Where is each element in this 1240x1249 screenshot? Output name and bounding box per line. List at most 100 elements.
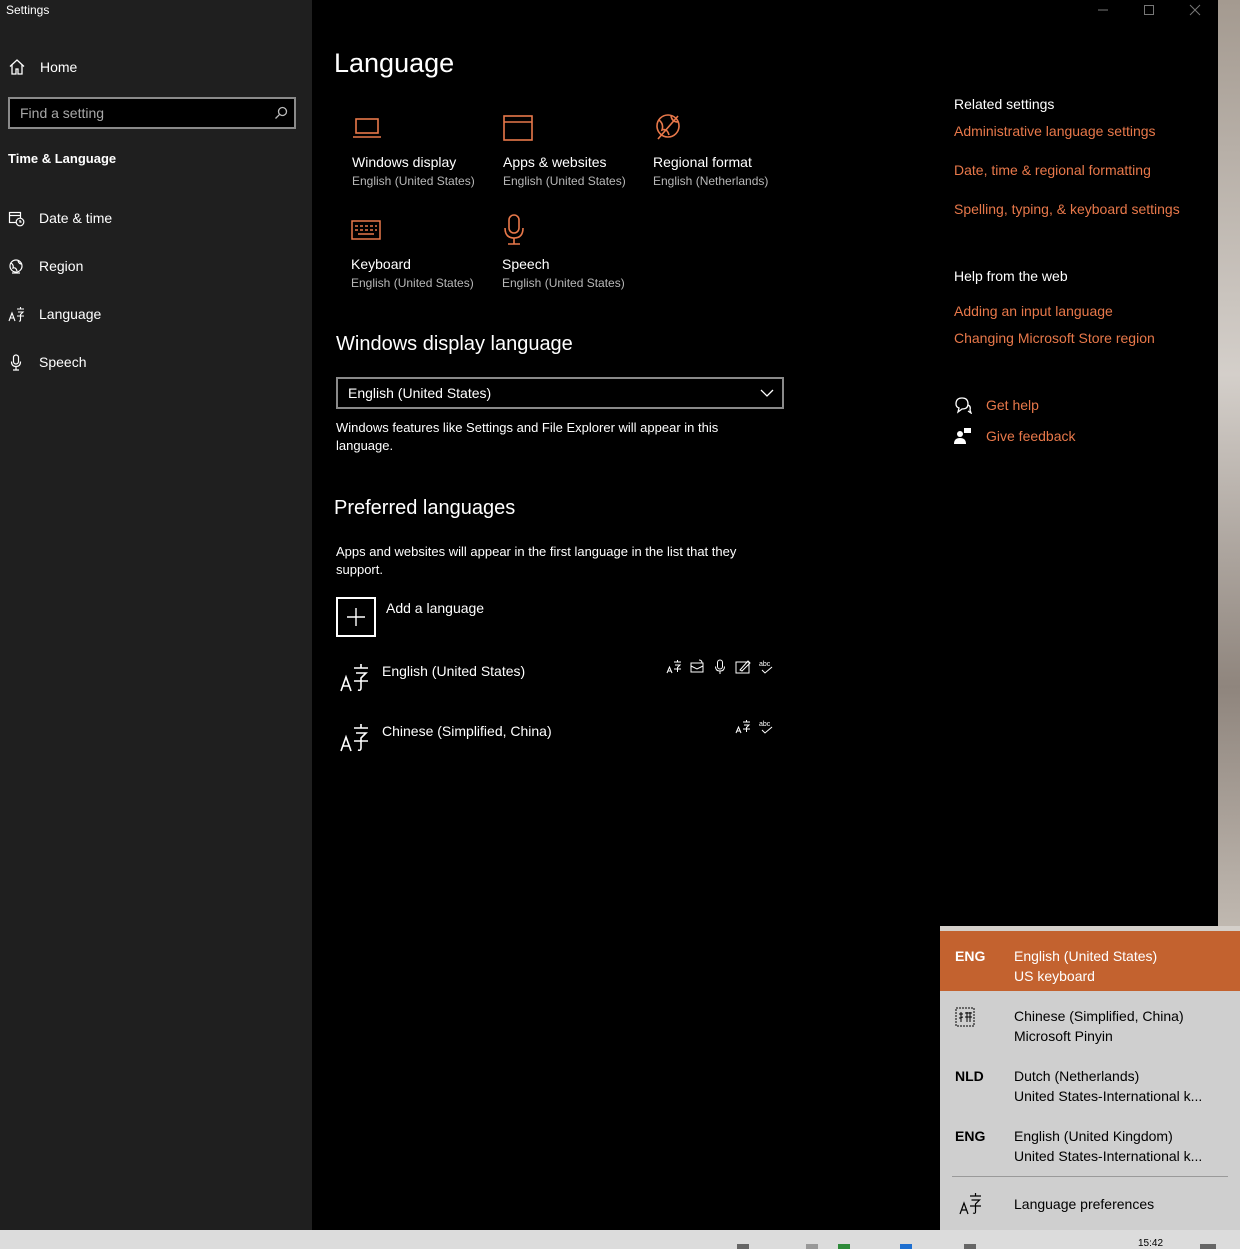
give-feedback-label: Give feedback	[986, 428, 1076, 444]
tile-subtitle: English (Netherlands)	[653, 174, 769, 188]
input-method-code: ENG	[955, 948, 986, 964]
sidebar: Settings Home Time & Language Date & tim…	[0, 0, 312, 1230]
sidebar-item-date-time[interactable]: Date & time	[8, 207, 112, 229]
input-method-keyboard: United States-International k...	[1014, 1088, 1203, 1104]
input-method-code: ENG	[955, 1128, 986, 1144]
tile-subtitle: English (United States)	[502, 276, 625, 290]
dropdown-selected-value: English (United States)	[348, 385, 492, 401]
sidebar-item-language[interactable]: Language	[8, 303, 101, 325]
input-method-dutch[interactable]: NLD Dutch (Netherlands) United States-In…	[940, 1051, 1240, 1111]
language-icon	[340, 723, 370, 753]
tray-icon[interactable]	[900, 1244, 912, 1249]
tile-name: Keyboard	[351, 256, 411, 272]
date-time-icon	[8, 210, 25, 227]
notification-center-icon[interactable]	[1200, 1244, 1216, 1249]
language-icon	[8, 306, 25, 323]
language-icon	[340, 663, 370, 693]
tile-regional-format[interactable]: Regional format English (Netherlands)	[653, 108, 793, 188]
input-method-keyboard: Microsoft Pinyin	[1014, 1028, 1113, 1044]
tray-icon[interactable]	[964, 1244, 976, 1249]
input-method-english-us[interactable]: ENG English (United States) US keyboard	[940, 931, 1240, 991]
maximize-icon	[1143, 4, 1155, 16]
feedback-icon	[954, 427, 972, 445]
speech-recognition-icon	[712, 659, 728, 675]
tile-subtitle: English (United States)	[352, 174, 475, 188]
search-box[interactable]	[8, 97, 296, 129]
keyboard-icon	[351, 220, 381, 240]
close-button[interactable]	[1172, 0, 1218, 20]
input-method-code: NLD	[955, 1068, 984, 1084]
pinyin-icon	[955, 1007, 975, 1027]
sidebar-item-speech[interactable]: Speech	[8, 351, 86, 373]
handwriting-icon	[735, 659, 751, 675]
input-method-english-uk[interactable]: ENG English (United Kingdom) United Stat…	[940, 1111, 1240, 1171]
link-spelling-typing-keyboard[interactable]: Spelling, typing, & keyboard settings	[954, 201, 1180, 217]
input-method-chinese-pinyin[interactable]: Chinese (Simplified, China) Microsoft Pi…	[940, 991, 1240, 1051]
spell-check-icon: abc	[758, 659, 774, 675]
language-name: English (United States)	[382, 663, 526, 679]
tile-name: Windows display	[352, 154, 457, 170]
language-name: Chinese (Simplified, China)	[382, 723, 552, 739]
tile-keyboard[interactable]: Keyboard English (United States)	[351, 210, 491, 290]
tile-name: Apps & websites	[503, 154, 607, 170]
chevron-down-icon	[760, 388, 774, 398]
input-language-flyout: ENG English (United States) US keyboard …	[940, 926, 1240, 1230]
input-method-language: English (United Kingdom)	[1014, 1128, 1173, 1144]
add-language-label: Add a language	[386, 600, 485, 616]
tile-windows-display[interactable]: Windows display English (United States)	[352, 108, 492, 188]
get-help-label: Get help	[986, 397, 1039, 413]
search-icon[interactable]	[268, 106, 294, 120]
maximize-button[interactable]	[1126, 0, 1172, 20]
tray-icon[interactable]	[838, 1244, 850, 1249]
add-language-button[interactable]: Add a language	[336, 597, 484, 637]
preferred-languages-description: Apps and websites will appear in the fir…	[336, 544, 737, 577]
browser-window-icon	[503, 115, 533, 141]
input-method-keyboard: US keyboard	[1014, 968, 1095, 984]
page-title: Language	[334, 48, 455, 78]
sidebar-item-label: Date & time	[39, 210, 113, 226]
language-icon	[959, 1192, 983, 1216]
language-list-item[interactable]: Chinese (Simplified, China) abc	[336, 717, 784, 765]
language-preferences-link[interactable]: Language preferences	[940, 1182, 1240, 1230]
tile-name: Speech	[502, 256, 550, 272]
link-date-time-regional[interactable]: Date, time & regional formatting	[954, 162, 1151, 178]
search-input[interactable]	[10, 105, 268, 121]
microphone-icon	[502, 214, 526, 246]
sidebar-home-label: Home	[40, 59, 78, 75]
sidebar-item-label: Region	[39, 258, 84, 274]
display-language-dropdown[interactable]: English (United States)	[336, 377, 784, 409]
help-web-title: Help from the web	[954, 268, 1068, 284]
language-preferences-label: Language preferences	[1014, 1196, 1155, 1212]
home-icon	[8, 58, 26, 76]
svg-text:abc: abc	[759, 721, 771, 728]
minimize-button[interactable]	[1080, 0, 1126, 20]
sidebar-home[interactable]: Home	[8, 56, 77, 78]
laptop-icon	[352, 116, 382, 140]
tile-subtitle: English (United States)	[351, 276, 474, 290]
sidebar-item-region[interactable]: Region	[8, 255, 83, 277]
taskbar-clock[interactable]: 15:42	[1138, 1238, 1163, 1249]
language-list-item[interactable]: English (United States) abc	[336, 657, 784, 705]
display-language-description: Windows features like Settings and File …	[336, 420, 719, 453]
sidebar-item-label: Speech	[39, 354, 87, 370]
plus-icon	[346, 607, 366, 627]
display-language-icon	[666, 659, 682, 675]
spell-check-icon: abc	[758, 719, 774, 735]
tile-apps-websites[interactable]: Apps & websites English (United States)	[503, 108, 643, 188]
region-globe-icon	[8, 258, 25, 275]
tray-icon[interactable]	[737, 1244, 749, 1249]
minimize-icon	[1097, 4, 1109, 16]
tile-subtitle: English (United States)	[503, 174, 626, 188]
sidebar-item-label: Language	[39, 306, 102, 322]
tray-icon[interactable]	[806, 1244, 818, 1249]
give-feedback-link[interactable]: Give feedback	[954, 427, 1076, 445]
tile-speech[interactable]: Speech English (United States)	[502, 210, 642, 290]
sidebar-section-title: Time & Language	[8, 151, 117, 166]
link-adding-input-language[interactable]: Adding an input language	[954, 303, 1113, 319]
link-admin-language-settings[interactable]: Administrative language settings	[954, 123, 1156, 139]
link-changing-store-region[interactable]: Changing Microsoft Store region	[954, 330, 1155, 346]
tile-name: Regional format	[653, 154, 752, 170]
get-help-link[interactable]: Get help	[954, 396, 1039, 414]
flyout-divider	[952, 1176, 1228, 1177]
input-method-keyboard: United States-International k...	[1014, 1148, 1203, 1164]
